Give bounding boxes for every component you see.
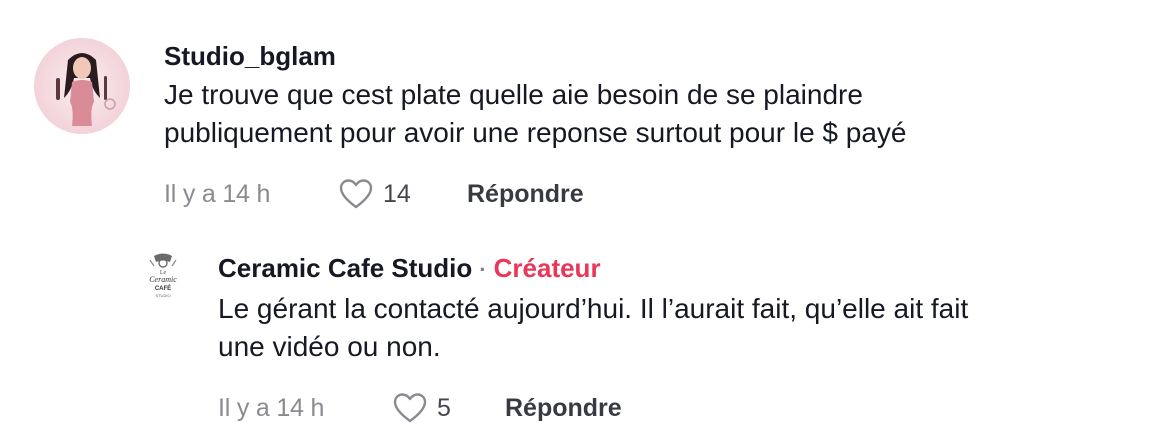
logo-text: Ceramic — [149, 275, 177, 284]
ceramic-cafe-logo-icon: Le Ceramic CAFÉ STUDIO — [149, 253, 177, 298]
logo-text: STUDIO — [155, 293, 170, 298]
logo-text: CAFÉ — [155, 284, 171, 292]
comment-text-line: publiquement pour avoir une reponse surt… — [164, 117, 907, 148]
reply-button[interactable]: Répondre — [505, 394, 622, 423]
comment-body: Studio_bglam Je trouve que cest plate qu… — [164, 38, 1144, 214]
like-button[interactable]: 5 — [393, 393, 505, 423]
separator-dot: · — [479, 257, 487, 282]
heart-outline-icon — [393, 393, 427, 423]
reply-text-line: une vidéo ou non. — [218, 331, 441, 362]
comment-meta: Il y a 14 h 14 Répondre — [164, 174, 1144, 214]
comment-username[interactable]: Studio_bglam — [164, 38, 1144, 74]
reply-body: Ceramic Cafe Studio · Créateur Le gérant l… — [218, 250, 1148, 428]
reply-text-line: Le gérant la contacté aujourd’hui. Il l’… — [218, 293, 969, 324]
avatar[interactable] — [34, 38, 130, 134]
reply-username[interactable]: Ceramic Cafe Studio — [218, 253, 472, 283]
reply-meta: Il y a 14 h 5 Répondre — [218, 388, 1148, 428]
avatar[interactable]: Le Ceramic CAFÉ STUDIO — [140, 252, 186, 300]
creator-badge: Créateur — [493, 253, 601, 283]
like-button[interactable]: 14 — [339, 179, 467, 209]
comment-text-line: Je trouve que cest plate quelle aie beso… — [164, 79, 863, 110]
avatar-illustration — [34, 38, 130, 134]
reply-text: Le gérant la contacté aujourd’hui. Il l’… — [218, 290, 1148, 366]
comment-timestamp: Il y a 14 h — [164, 179, 271, 208]
reply-header: Ceramic Cafe Studio · Créateur — [218, 250, 1148, 288]
heart-outline-icon — [339, 179, 373, 209]
reply-timestamp: Il y a 14 h — [218, 393, 325, 422]
like-count: 14 — [383, 179, 411, 208]
reply-button[interactable]: Répondre — [467, 180, 584, 209]
comment-text: Je trouve que cest plate quelle aie beso… — [164, 76, 1144, 152]
like-count: 5 — [437, 393, 451, 422]
